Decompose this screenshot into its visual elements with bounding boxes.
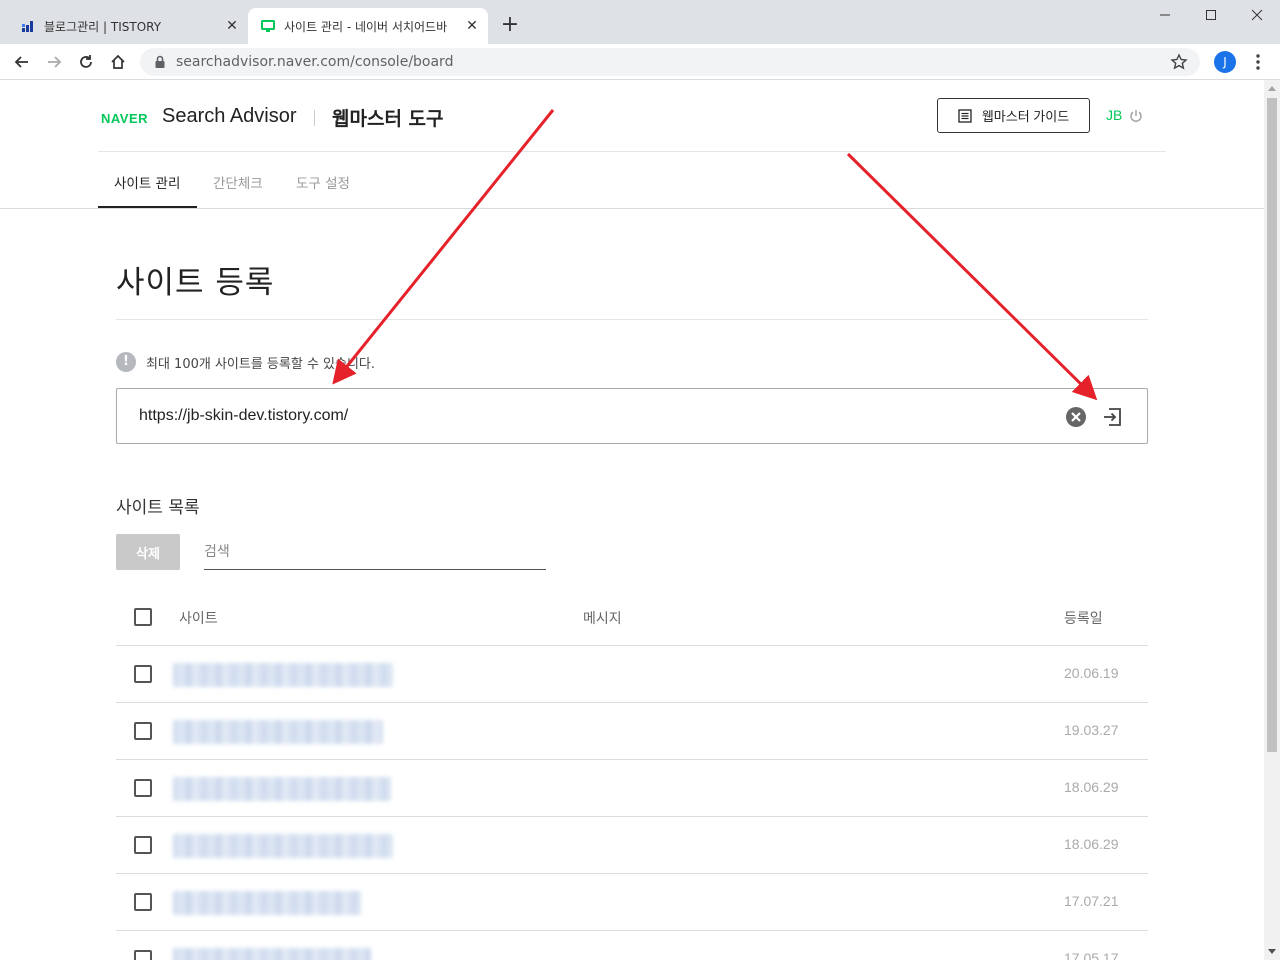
forward-icon[interactable] [42,50,66,74]
column-date: 등록일 [1064,611,1103,627]
row-date: 18.06.29 [1064,836,1119,852]
global-header: NAVER Search Advisor 웹마스터 도구 웹마스터 가이드 JB [98,80,1166,152]
tabs-divider [0,208,1264,209]
row-checkbox[interactable] [134,665,152,683]
row-date: 17.07.21 [1064,893,1119,909]
table-row[interactable]: 19.03.27 [116,703,1148,760]
back-icon[interactable] [10,50,34,74]
table-row[interactable]: 20.06.19 [116,646,1148,703]
row-checkbox[interactable] [134,950,152,960]
blurred-site-url[interactable] [173,948,371,960]
clear-input-icon[interactable] [1065,406,1087,428]
table-header: 사이트 메시지 등록일 [116,589,1148,646]
book-list-icon [958,108,972,123]
row-checkbox[interactable] [134,779,152,797]
site-search-field[interactable] [204,536,546,570]
table-row[interactable]: 18.06.29 [116,760,1148,817]
page-content: NAVER Search Advisor 웹마스터 도구 웹마스터 가이드 JB… [0,80,1264,960]
profile-avatar[interactable]: J [1214,51,1236,73]
row-date: 17.05.17 [1064,950,1119,960]
minimize-icon[interactable] [1142,0,1188,30]
column-site: 사이트 [179,611,218,627]
site-search-input[interactable] [204,536,546,566]
site-list-title: 사이트 목록 [116,498,200,518]
table-row[interactable]: 17.05.17 [116,931,1148,960]
blurred-site-url[interactable] [173,891,361,915]
webmaster-guide-button[interactable]: 웹마스터 가이드 [937,98,1090,133]
scroll-up-arrow-icon[interactable] [1268,86,1276,91]
tab-tistory[interactable]: 블로그관리 | TISTORY ✕ [8,8,248,44]
address-bar[interactable]: searchadvisor.naver.com/console/board [140,48,1200,76]
row-date: 19.03.27 [1064,722,1119,738]
row-checkbox[interactable] [134,836,152,854]
window-close-icon[interactable] [1234,0,1280,30]
browser-tab-strip: 블로그관리 | TISTORY ✕ 사이트 관리 - 네이버 서치어드바 ✕ + [0,0,1280,44]
header-divider [314,110,315,126]
scrollbar-thumb[interactable] [1267,98,1277,752]
site-url-field[interactable] [116,388,1148,444]
blurred-site-url[interactable] [173,834,393,858]
notice-text: 최대 100개 사이트를 등록할 수 있습니다. [146,356,376,372]
address-url: searchadvisor.naver.com/console/board [176,54,454,70]
blurred-site-url[interactable] [173,663,393,687]
row-date: 20.06.19 [1064,665,1119,681]
tab-title: 사이트 관리 - 네이버 서치어드바 [284,19,448,34]
site-table: 사이트 메시지 등록일 20.06.19 19.03.27 18.06.29 1… [116,589,1148,960]
browser-menu-icon[interactable] [1248,52,1268,72]
new-tab-icon[interactable]: + [498,14,522,38]
blurred-site-url[interactable] [173,720,383,744]
page-title: 사이트 등록 [116,265,275,301]
home-icon[interactable] [106,50,130,74]
blurred-site-url[interactable] [173,777,391,801]
site-url-input[interactable] [139,403,1039,429]
tab-search-advisor[interactable]: 사이트 관리 - 네이버 서치어드바 ✕ [248,8,488,44]
table-row[interactable]: 17.07.21 [116,874,1148,931]
tab-site-management[interactable]: 사이트 관리 [114,172,180,192]
naver-favicon-icon [260,18,276,34]
logout-power-icon[interactable] [1128,108,1144,124]
tab-close-icon[interactable]: ✕ [224,18,240,34]
console-tabs: 사이트 관리 간단체크 도구 설정 [98,152,398,208]
lock-icon [152,54,168,70]
naver-logo[interactable]: NAVER [101,111,148,126]
column-message: 메시지 [583,611,622,627]
row-checkbox[interactable] [134,722,152,740]
scroll-down-arrow-icon[interactable] [1268,949,1276,954]
page-scrollbar[interactable] [1264,80,1280,960]
exclamation-info-icon: ! [116,352,136,372]
reload-icon[interactable] [74,50,98,74]
bookmark-star-icon[interactable] [1170,53,1188,71]
select-all-checkbox[interactable] [134,608,152,626]
tistory-favicon-icon [20,18,36,34]
tab-close-icon[interactable]: ✕ [464,18,480,34]
tab-tool-settings[interactable]: 도구 설정 [296,172,350,192]
tab-title: 블로그관리 | TISTORY [44,19,162,34]
title-divider [116,319,1148,320]
tool-title: 웹마스터 도구 [332,108,444,130]
delete-button[interactable]: 삭제 [116,534,180,570]
row-date: 18.06.29 [1064,779,1119,795]
tab-quick-check[interactable]: 간단체크 [213,172,263,192]
maximize-icon[interactable] [1188,0,1234,30]
submit-register-icon[interactable] [1101,406,1123,428]
browser-toolbar: searchadvisor.naver.com/console/board J [0,44,1280,80]
guide-button-label: 웹마스터 가이드 [981,109,1070,124]
service-title[interactable]: Search Advisor [162,105,297,128]
register-notice: ! 최대 100개 사이트를 등록할 수 있습니다. [116,352,375,372]
table-row[interactable]: 18.06.29 [116,817,1148,874]
row-checkbox[interactable] [134,893,152,911]
user-id[interactable]: JB [1106,107,1122,123]
